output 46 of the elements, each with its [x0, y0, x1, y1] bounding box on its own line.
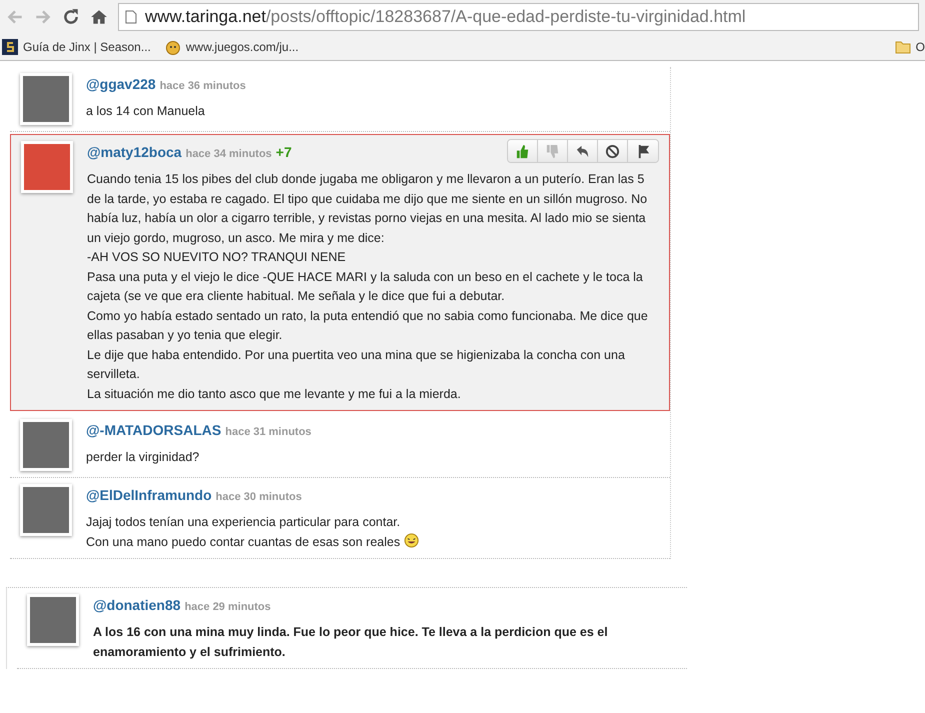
vote-score: +7 [276, 144, 292, 160]
bookmark[interactable]: www.juegos.com/ju... [164, 39, 299, 55]
avatar-placeholder [20, 484, 72, 536]
home-icon[interactable] [90, 8, 108, 26]
folder-icon [894, 39, 911, 55]
comment-text: perder la virginidad? [86, 449, 200, 466]
username-link[interactable]: @-MATADORSALAS [86, 422, 222, 438]
site-icon [2, 39, 18, 55]
avatar-placeholder [20, 73, 72, 125]
comment-text: Con una mano puedo contar cuantas de esas son reales [86, 532, 662, 552]
comment-text: a los 14 con Manuela [86, 103, 206, 120]
comment-text: A los 16 con una mina muy linda. Fue lo peor que hice. Te lleva a la perdicion que es el enamoramiento y el sufrimiento. [93, 624, 609, 661]
smiley-icon [164, 39, 181, 55]
block-button[interactable] [598, 140, 628, 162]
thumb-down-icon [545, 144, 560, 158]
flag-button[interactable] [628, 140, 658, 162]
username-link[interactable]: @maty12boca [87, 144, 182, 160]
like-button[interactable] [508, 140, 538, 162]
thumb-up-icon [515, 144, 530, 158]
comment-time: hace 29 minutos [184, 601, 271, 613]
page-icon [125, 10, 137, 24]
username-link[interactable]: @ggav228 [86, 76, 156, 92]
comment-time: hace 30 minutos [216, 491, 302, 503]
comment-text: Le dije que haba entendido. Por una puertita veo una mina que se higienizaba la concha con una servilleta. [87, 346, 626, 383]
avatar-placeholder [27, 594, 79, 646]
comment-text: -AH VOS SO NUEVITO NO? TRANQUI NENE [87, 249, 347, 266]
reload-icon[interactable] [62, 8, 80, 26]
bookmark-folder[interactable]: O [894, 39, 925, 55]
comment-time: hace 31 minutos [225, 426, 312, 438]
block-icon [605, 144, 620, 158]
laughing-emoji-icon [404, 532, 420, 548]
username-link[interactable]: @donatien88 [93, 597, 181, 613]
address-bar[interactable]: www.taringa.net/posts/offtopic/18283687/A-que-edad-perdiste-tu-virginidad.html [118, 3, 919, 31]
comment-text: Jajaj todos tenían una experiencia particular para contar. [86, 514, 402, 531]
bookmark[interactable]: Guía de Jinx | Season... [2, 39, 151, 55]
comment-time: hace 36 minutos [160, 80, 246, 92]
reply-button[interactable] [568, 140, 598, 162]
avatar-placeholder [21, 141, 73, 193]
avatar-placeholder [20, 419, 72, 471]
comment-text: La situación me dio tanto asco que me levante y me fui a la mierda. [87, 386, 462, 403]
comment-text: Como yo había estado sentado un rato, la puta entendió que no sabia como funcionaba. Me dice que ellas pasaban y yo tenia que elegir. [87, 308, 649, 344]
comment-text: Cuando tenia 15 los pibes del club donde jugaba me obligaron y me llevaron a un puterío. Eran las 5 de la tarde, yo estaba re cagado. El tipo que cuidaba me dijo que me siente en un sillón mugroso. No había luz, había un olor a cigarro terrible, y revistas porno viejas en una mesita. Al lado mio se sienta un viejo gordo, mugroso, un asco. Me mira y me dice: [87, 171, 648, 247]
reply-icon [575, 144, 590, 158]
username-link[interactable]: @ElDelInframundo [86, 487, 212, 503]
comment-time: hace 34 minutos [186, 148, 272, 160]
comment-text: Pasa una puta y el viejo le dice -QUE HACE MARI y la saluda con un beso en el cachete y le toca la cajeta (se ve que era cliente habitual. Me señala y le dice que fui a debutar. [87, 268, 644, 305]
